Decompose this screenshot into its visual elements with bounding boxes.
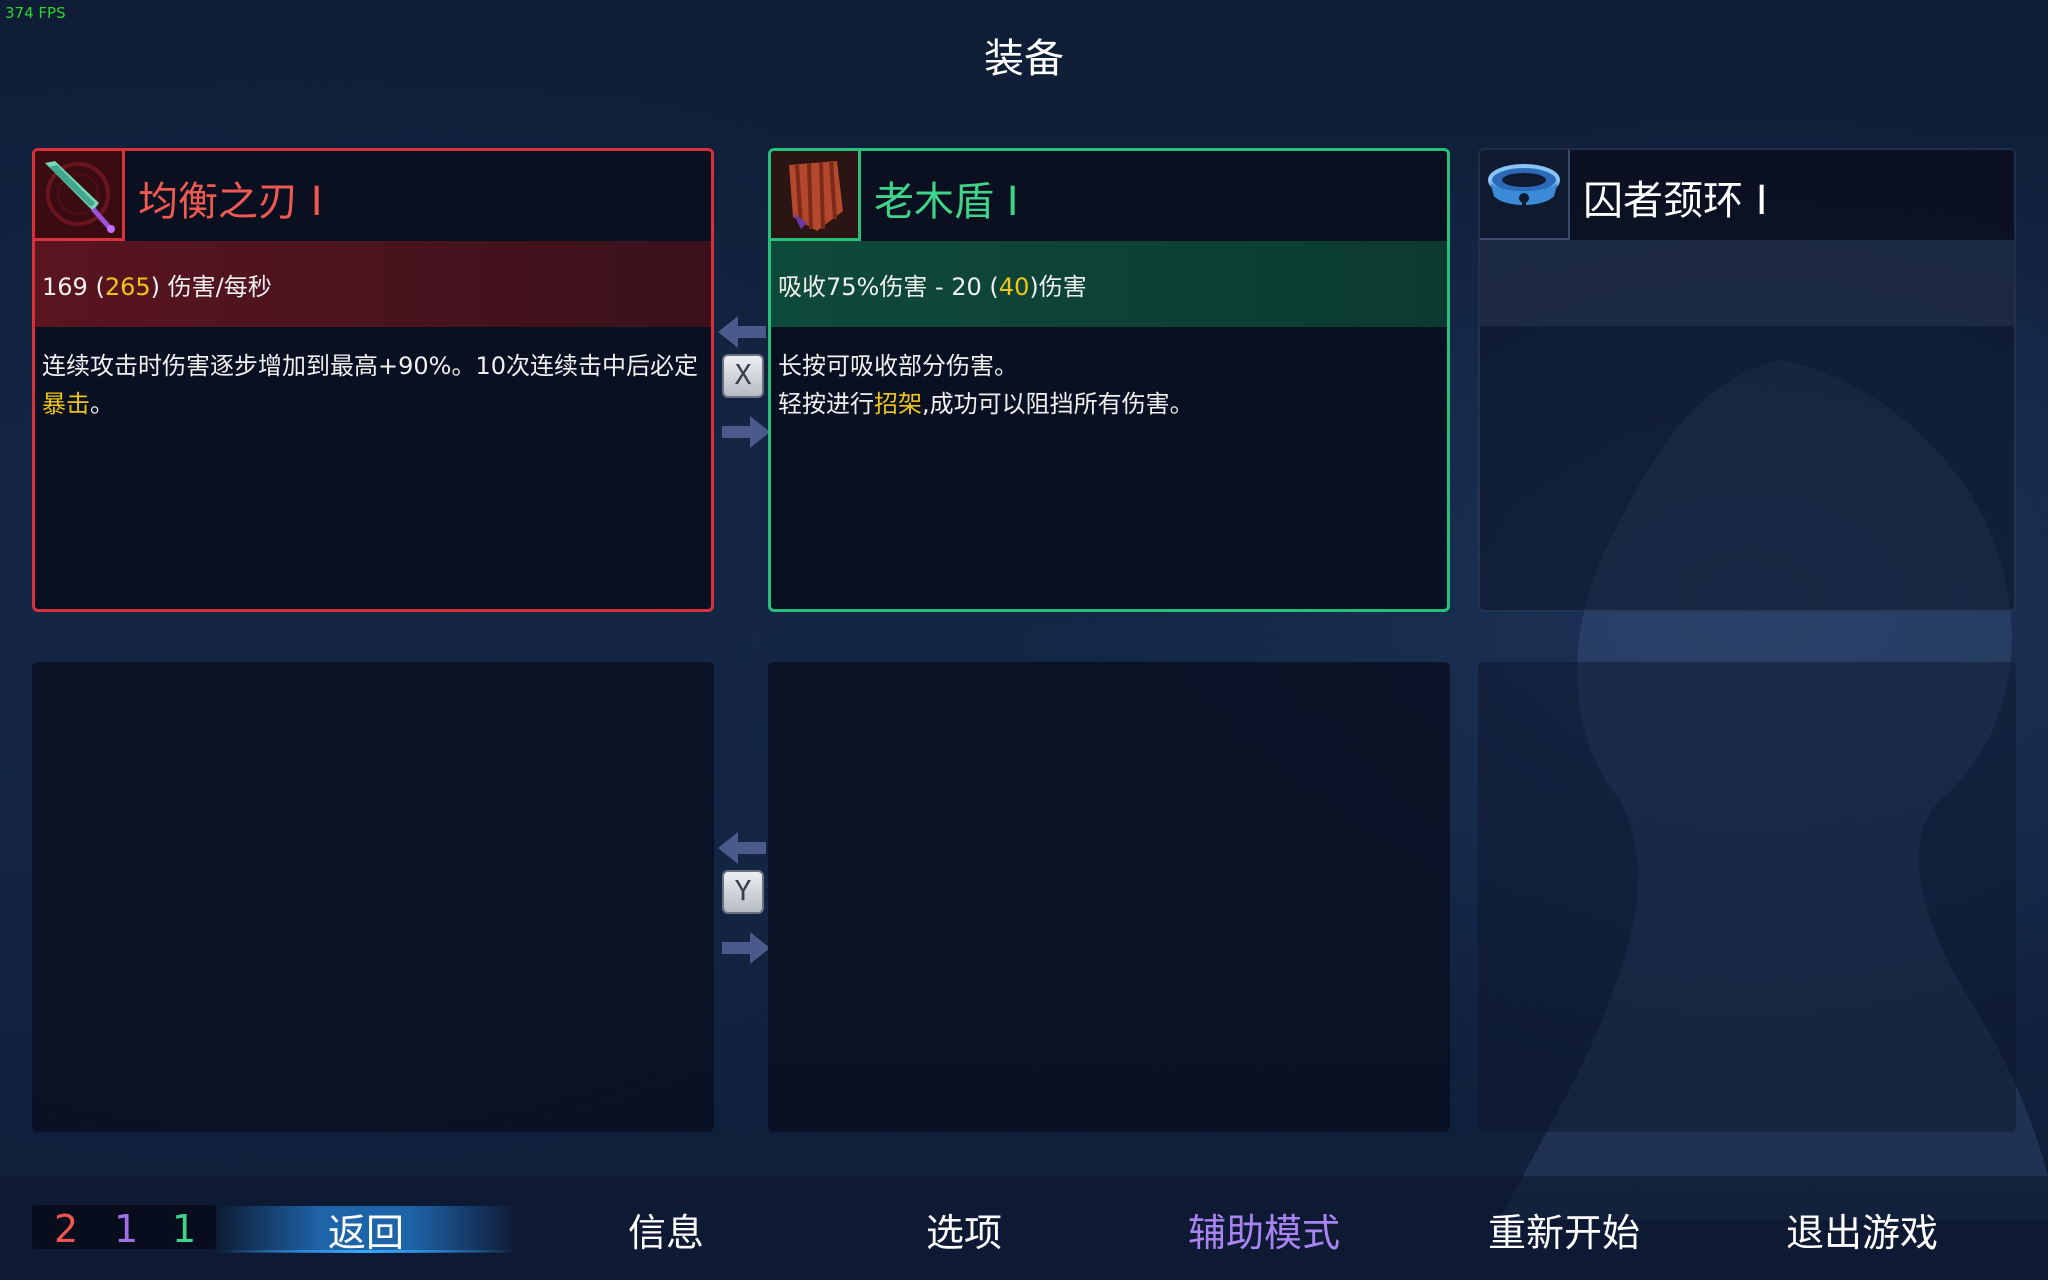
brutality-counter: 2 bbox=[54, 1207, 79, 1251]
assist-mode-button[interactable]: 辅助模式 bbox=[1184, 1202, 1344, 1257]
amulet-slot-card[interactable]: 囚者颈环 I bbox=[1478, 148, 2016, 612]
weapon-slot-1-card[interactable]: 均衡之刃 I 169 (265) 伤害/每秒 连续攻击时伤害逐步增加到最高+90… bbox=[32, 148, 714, 612]
quit-game-button[interactable]: 退出游戏 bbox=[1782, 1202, 1942, 1257]
info-button[interactable]: 信息 bbox=[616, 1202, 716, 1257]
stat-bar: 169 (265) 伤害/每秒 bbox=[35, 241, 711, 327]
tactics-counter: 1 bbox=[114, 1207, 139, 1251]
keyword-crit: 暴击 bbox=[42, 390, 90, 418]
swap-skills-control[interactable]: Y bbox=[716, 826, 772, 966]
options-button[interactable]: 选项 bbox=[914, 1202, 1014, 1257]
block-stat: 吸收75%伤害 - 20 (40)伤害 bbox=[778, 273, 1087, 301]
weapon-name: 均衡之刃 I bbox=[138, 179, 323, 225]
weapon-slot-2-card[interactable]: 老木盾 I 吸收75%伤害 - 20 (40)伤害 长按可吸收部分伤害。 轻按进行… bbox=[768, 148, 1450, 612]
shield-description: 长按可吸收部分伤害。 轻按进行招架,成功可以阻挡所有伤害。 bbox=[778, 352, 1194, 418]
fps-counter: 374 FPS bbox=[5, 4, 66, 22]
skill-slot-2-card[interactable] bbox=[768, 662, 1450, 1132]
card-header bbox=[35, 151, 711, 241]
wooden-shield-icon bbox=[771, 151, 861, 241]
dps-stat: 169 (265) 伤害/每秒 bbox=[42, 273, 272, 301]
restart-button[interactable]: 重新开始 bbox=[1484, 1202, 1644, 1257]
mutation-slot-card[interactable] bbox=[1478, 662, 2016, 1132]
page-title: 装备 bbox=[984, 36, 1064, 82]
stat-bar bbox=[1480, 240, 2014, 326]
keyword-parry: 招架 bbox=[874, 390, 922, 418]
y-key-icon: Y bbox=[722, 870, 764, 914]
prisoner-collar-icon bbox=[1480, 150, 1570, 240]
amulet-name: 囚者颈环 I bbox=[1583, 178, 1768, 224]
swap-weapons-control[interactable]: X bbox=[716, 310, 772, 450]
weapon-description: 连续攻击时伤害逐步增加到最高+90%。10次连续击中后必定暴击。 bbox=[42, 352, 698, 418]
back-button[interactable]: 返回 bbox=[316, 1202, 416, 1257]
survival-counter: 1 bbox=[172, 1207, 197, 1251]
x-key-icon: X bbox=[722, 354, 764, 398]
card-header bbox=[771, 151, 1447, 241]
shield-name: 老木盾 I bbox=[874, 179, 1019, 225]
balanced-blade-icon bbox=[35, 151, 125, 241]
stat-bar: 吸收75%伤害 - 20 (40)伤害 bbox=[771, 241, 1447, 327]
skill-slot-1-card[interactable] bbox=[32, 662, 714, 1132]
